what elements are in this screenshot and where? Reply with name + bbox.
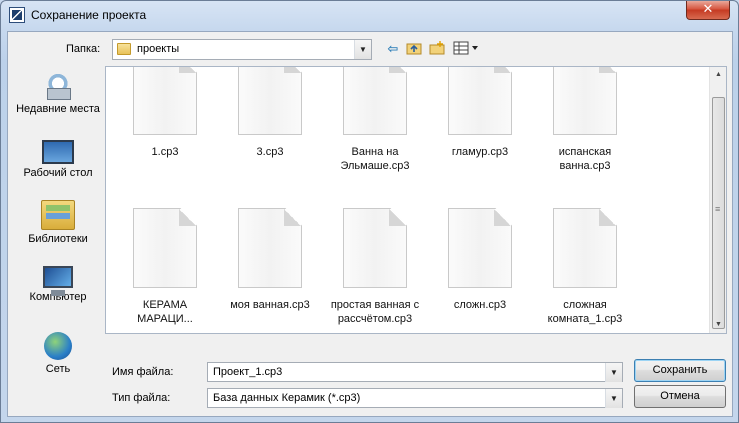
filetype-value: База данных Керамик (*.ср3) <box>213 392 361 404</box>
document-icon <box>448 208 512 288</box>
place-libraries[interactable]: Библиотеки <box>16 200 100 246</box>
file-item[interactable]: 3.ср3 <box>224 67 316 159</box>
place-network[interactable]: Сеть <box>16 332 100 376</box>
file-item[interactable]: сложн.ср3 <box>434 208 526 312</box>
file-item[interactable]: простая ванная с рассчётом.ср3 <box>329 208 421 326</box>
up-folder-icon[interactable] <box>405 41 423 57</box>
file-item[interactable]: сложная комната_1.ср3 <box>539 208 631 326</box>
document-icon <box>448 67 512 135</box>
file-name: Ванна на Эльмаше.ср3 <box>340 146 410 172</box>
filename-input[interactable]: Проект_1.ср3 ▼ <box>207 362 623 382</box>
place-recent[interactable]: Недавние места <box>16 70 100 116</box>
file-item[interactable]: испанская ванна.ср3 <box>539 67 631 173</box>
chevron-down-icon[interactable]: ▼ <box>605 363 622 382</box>
filetype-label: Тип файла: <box>112 392 171 404</box>
document-icon <box>238 208 302 288</box>
scroll-up-icon[interactable]: ▲ <box>711 67 726 83</box>
file-item[interactable]: гламур.ср3 <box>434 67 526 159</box>
file-name: простая ванная с рассчётом.ср3 <box>330 299 420 325</box>
file-item[interactable]: моя ванная.ср3 <box>224 208 316 312</box>
chevron-down-icon[interactable]: ▼ <box>354 40 371 59</box>
document-icon <box>133 67 197 135</box>
document-icon <box>553 67 617 135</box>
document-icon <box>343 208 407 288</box>
file-name: сложная комната_1.ср3 <box>547 299 623 325</box>
close-button[interactable]: ✕ <box>686 1 730 20</box>
filename-value: Проект_1.ср3 <box>213 366 283 378</box>
file-name: гламур.ср3 <box>451 146 509 158</box>
file-name: КЕРАМА МАРАЦИ... <box>137 299 193 325</box>
cancel-button[interactable]: Отмена <box>634 385 726 408</box>
recent-places-icon <box>41 70 75 100</box>
scroll-thumb[interactable] <box>712 97 725 329</box>
place-computer[interactable]: Компьютер <box>16 266 100 304</box>
document-icon <box>238 67 302 135</box>
file-item[interactable]: КЕРАМА МАРАЦИ... <box>119 208 211 326</box>
window-title: Сохранение проекта <box>31 8 147 22</box>
file-name: 1.ср3 <box>151 146 179 158</box>
place-desktop[interactable]: Рабочий стол <box>16 136 100 180</box>
file-name: моя ванная.ср3 <box>230 299 310 311</box>
network-icon <box>44 332 72 360</box>
scroll-down-icon[interactable]: ▼ <box>711 317 726 333</box>
save-project-dialog: Сохранение проекта ✕ Папка: проекты ▼ ⇦ … <box>0 0 739 423</box>
back-arrow-icon[interactable]: ⇦ <box>384 41 402 57</box>
filename-label: Имя файла: <box>112 366 174 378</box>
place-network-label: Сеть <box>45 363 71 375</box>
place-recent-label: Недавние места <box>16 103 100 115</box>
filetype-select[interactable]: База данных Керамик (*.ср3) ▼ <box>207 388 623 408</box>
document-icon <box>133 208 197 288</box>
file-list[interactable]: 1.ср3 3.ср3 Ванна на Эльмаше.ср3 гламур.… <box>105 66 727 334</box>
places-bar: Недавние места Рабочий стол Библиотеки К… <box>16 66 100 380</box>
new-folder-icon[interactable] <box>428 41 446 57</box>
place-libraries-label: Библиотеки <box>28 233 88 245</box>
computer-icon <box>43 266 73 296</box>
title-bar: Сохранение проекта ✕ <box>1 1 738 31</box>
place-desktop-label: Рабочий стол <box>23 167 93 179</box>
file-name: сложн.ср3 <box>453 299 507 311</box>
document-icon <box>343 67 407 135</box>
app-icon <box>9 7 25 23</box>
vertical-scrollbar[interactable]: ▲ ▼ <box>709 67 726 333</box>
desktop-icon <box>42 140 74 164</box>
document-icon <box>553 208 617 288</box>
chevron-down-icon[interactable]: ▼ <box>605 389 622 408</box>
folder-label: Папка: <box>66 43 101 55</box>
file-name: 3.ср3 <box>256 146 284 158</box>
view-menu-icon[interactable] <box>452 41 480 57</box>
folder-select[interactable]: проекты ▼ <box>112 39 372 60</box>
libraries-icon <box>41 200 75 230</box>
folder-icon <box>117 43 131 55</box>
save-button[interactable]: Сохранить <box>634 359 726 382</box>
file-name: испанская ванна.ср3 <box>558 146 612 172</box>
file-item[interactable]: Ванна на Эльмаше.ср3 <box>329 67 421 173</box>
dialog-body: Папка: проекты ▼ ⇦ Недавние места Рабочи… <box>7 31 733 417</box>
file-item[interactable]: 1.ср3 <box>119 67 211 159</box>
folder-value: проекты <box>137 43 180 55</box>
